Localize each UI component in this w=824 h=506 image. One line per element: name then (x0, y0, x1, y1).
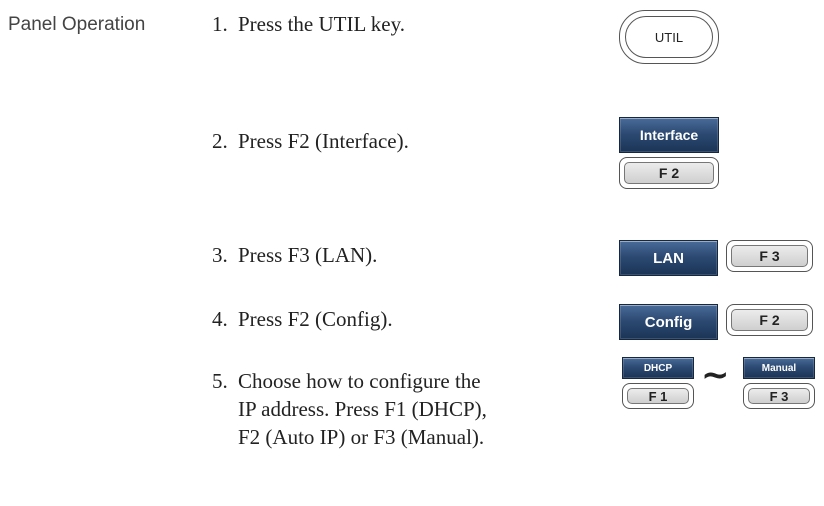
f2-key-label: F 2 (731, 309, 808, 331)
f3-key[interactable]: F 3 (743, 383, 815, 409)
f1-key[interactable]: F 1 (622, 383, 694, 409)
step-text: Press F2 (Config). (238, 307, 393, 331)
step-text: Choose how to configure the (238, 369, 481, 393)
step-text: IP address. Press F1 (DHCP), (238, 397, 487, 421)
step-2: 2. Press F2 (Interface). (212, 127, 409, 155)
util-key-label: UTIL (625, 16, 713, 58)
config-softkey[interactable]: Config (619, 304, 718, 340)
util-key[interactable]: UTIL (619, 10, 719, 64)
step-number: 1. (212, 12, 228, 36)
step-4: 4. Press F2 (Config). (212, 305, 393, 333)
f3-key[interactable]: F 3 (726, 240, 813, 272)
step-number: 3. (212, 243, 228, 267)
section-label: Panel Operation (8, 14, 146, 35)
lan-softkey[interactable]: LAN (619, 240, 718, 276)
step-text: F2 (Auto IP) or F3 (Manual). (238, 425, 485, 449)
range-separator: ~ (701, 355, 730, 395)
dhcp-softkey[interactable]: DHCP (622, 357, 694, 379)
f2-key[interactable]: F 2 (619, 157, 719, 189)
step-text: Press F3 (LAN). (238, 243, 378, 267)
f2-key[interactable]: F 2 (726, 304, 813, 336)
step-1: 1. Press the UTIL key. (212, 10, 405, 38)
f3-key-label: F 3 (748, 388, 810, 404)
step-text: Press the UTIL key. (238, 12, 405, 36)
step-number: 4. (212, 307, 228, 331)
interface-softkey[interactable]: Interface (619, 117, 719, 153)
step-number: 2. (212, 129, 228, 153)
step-5: 5. Choose how to configure the IP address… (212, 367, 487, 451)
f1-key-label: F 1 (627, 388, 689, 404)
step-number: 5. (212, 369, 228, 393)
step-text: Press F2 (Interface). (238, 129, 409, 153)
f3-key-label: F 3 (731, 245, 808, 267)
manual-softkey[interactable]: Manual (743, 357, 815, 379)
step-3: 3. Press F3 (LAN). (212, 241, 377, 269)
f2-key-label: F 2 (624, 162, 714, 184)
